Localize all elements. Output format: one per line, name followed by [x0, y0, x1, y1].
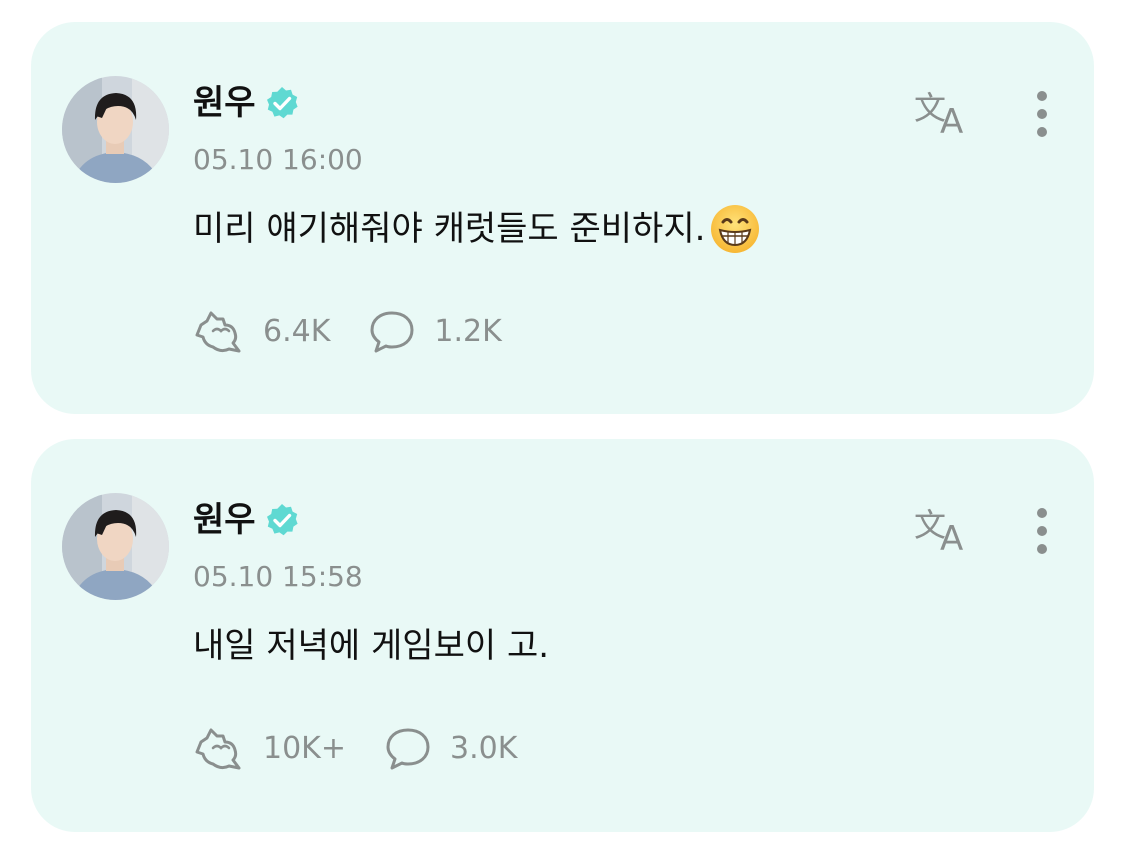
heart-cheer-icon — [195, 728, 241, 770]
translate-icon[interactable]: 文 A — [912, 504, 972, 559]
post-body: 미리 얘기해줘야 캐럿들도 준비하지. — [193, 201, 761, 257]
author-name[interactable]: 원우 — [193, 80, 256, 126]
post-timestamp: 05.10 16:00 — [193, 143, 363, 176]
comment-count: 3.0K — [449, 731, 518, 766]
post-stats: 6.4K 1.2K — [193, 307, 540, 357]
avatar[interactable] — [62, 76, 169, 183]
like-count: 6.4K — [263, 314, 331, 349]
verified-badge-icon — [264, 502, 300, 538]
svg-text:A: A — [940, 519, 963, 554]
verified-badge-icon — [264, 85, 300, 121]
svg-text:A: A — [940, 102, 963, 137]
avatar[interactable] — [62, 493, 169, 600]
post-timestamp: 05.10 15:58 — [193, 560, 363, 593]
post-body: 내일 저녁에 게임보이 고. — [193, 618, 549, 674]
heart-cheer-icon — [195, 311, 241, 353]
like-count: 10K+ — [263, 731, 346, 766]
speech-bubble-icon — [370, 311, 414, 353]
post-card[interactable]: 원우 05.10 16:00 미리 얘기해줘야 캐럿들도 준비하지. 文 A 6… — [31, 22, 1094, 414]
speech-bubble-icon — [386, 728, 430, 770]
translate-icon[interactable]: 文 A — [912, 87, 972, 142]
comment-button[interactable]: 3.0K — [384, 726, 517, 772]
more-vertical-icon[interactable] — [1027, 88, 1057, 140]
author-name[interactable]: 원우 — [193, 497, 256, 543]
post-text: 미리 얘기해줘야 캐럿들도 준비하지. — [193, 209, 706, 249]
comment-count: 1.2K — [434, 314, 502, 349]
comment-button[interactable]: 1.2K — [368, 309, 502, 355]
post-card[interactable]: 원우 05.10 15:58 내일 저녁에 게임보이 고. 文 A 10K+ 3… — [31, 439, 1094, 832]
like-button[interactable]: 10K+ — [193, 726, 346, 772]
post-stats: 10K+ 3.0K — [193, 724, 555, 774]
post-text: 내일 저녁에 게임보이 고. — [193, 626, 550, 666]
like-button[interactable]: 6.4K — [193, 309, 330, 355]
grinning-face-emoji-icon — [709, 203, 761, 255]
more-vertical-icon[interactable] — [1027, 505, 1057, 557]
